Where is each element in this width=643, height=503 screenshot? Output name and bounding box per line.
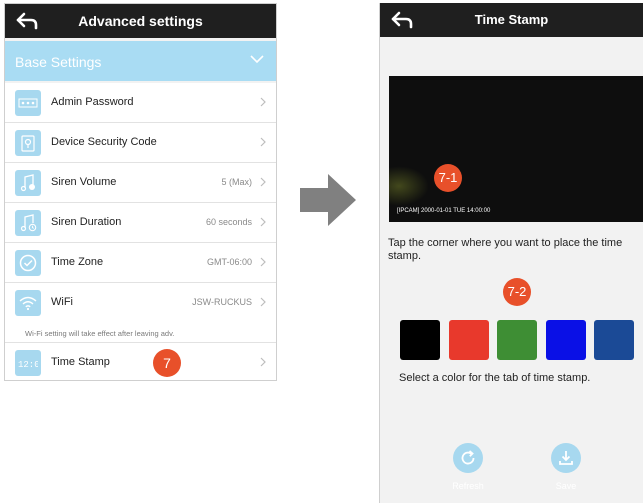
chevron-right-icon [260,257,266,267]
section-label: Base Settings [15,54,102,70]
settings-list: Admin Password Device Security Code Sire… [5,83,276,380]
svg-text:12:01: 12:01 [18,360,38,370]
advanced-settings-screen: Advanced settings Base Settings Admin Pa… [4,3,277,381]
wifi-row[interactable]: WiFi JSW-RUCKUS [5,283,276,323]
music-note-icon [15,170,41,196]
refresh-icon [453,443,483,473]
corner-instruction: Tap the corner where you want to place t… [388,237,623,262]
siren-volume-row[interactable]: Siren Volume 5 (Max) [5,163,276,203]
color-swatch-red[interactable] [449,320,489,360]
row-value: 5 (Max) [221,177,252,187]
refresh-button[interactable]: Refresh [443,443,493,491]
color-swatch-black[interactable] [400,320,440,360]
row-value: JSW-RUCKUS [192,297,252,307]
callout-badge: 7 [153,349,181,377]
row-label: Siren Duration [51,216,122,228]
color-swatch-blue[interactable] [546,320,586,360]
chevron-right-icon [260,137,266,147]
time-stamp-screen: Time Stamp [IPCAM] 2000-01-01 TUE 14:00:… [379,3,643,503]
save-label: Save [555,481,577,491]
row-label: Device Security Code [51,136,157,148]
download-icon [551,443,581,473]
wifi-icon [15,290,41,316]
wifi-note: Wi-Fi setting will take effect after lea… [5,323,276,343]
base-settings-section[interactable]: Base Settings [5,41,276,81]
preview-glow [389,166,429,206]
chevron-right-icon [260,217,266,227]
chevron-right-icon [260,297,266,307]
right-arrow-icon [300,174,356,226]
row-label: Time Zone [51,256,104,268]
digital-clock-icon: 12:01 [15,350,41,376]
camera-timestamp: [IPCAM] 2000-01-01 TUE 14:00:00 [397,208,491,214]
color-swatch-navy[interactable] [594,320,634,360]
color-swatches [400,320,643,360]
callout-badge: 7-1 [434,164,462,192]
admin-password-row[interactable]: Admin Password [5,83,276,123]
save-button[interactable]: Save [541,443,591,491]
page-title: Time Stamp [474,12,549,27]
refresh-label: Refresh [452,481,484,491]
chevron-right-icon [260,357,266,367]
top-bar: Time Stamp [380,3,643,37]
password-dots-icon [15,90,41,116]
row-label: Siren Volume [51,176,117,188]
callout-badge: 7-2 [503,278,531,306]
device-security-code-row[interactable]: Device Security Code [5,123,276,163]
chevron-right-icon [260,177,266,187]
top-bar: Advanced settings [5,4,276,38]
chevron-down-icon [250,55,264,64]
camera-preview[interactable]: [IPCAM] 2000-01-01 TUE 14:00:00 7-1 [389,76,643,222]
time-zone-row[interactable]: Time Zone GMT-06:00 [5,243,276,283]
page-title: Advanced settings [78,13,203,29]
music-note-clock-icon [15,210,41,236]
clock-icon [15,250,41,276]
row-label: Time Stamp [51,356,110,368]
row-value: 60 seconds [205,217,252,227]
color-swatch-green[interactable] [497,320,537,360]
chevron-right-icon [260,97,266,107]
color-instruction: Select a color for the tab of time stamp… [399,372,591,384]
lock-icon [15,130,41,156]
row-value: GMT-06:00 [206,257,252,267]
time-stamp-row[interactable]: 12:01 Time Stamp 7 [5,343,276,380]
row-label: Admin Password [51,96,134,108]
siren-duration-row[interactable]: Siren Duration 60 seconds [5,203,276,243]
row-label: WiFi [51,296,73,308]
